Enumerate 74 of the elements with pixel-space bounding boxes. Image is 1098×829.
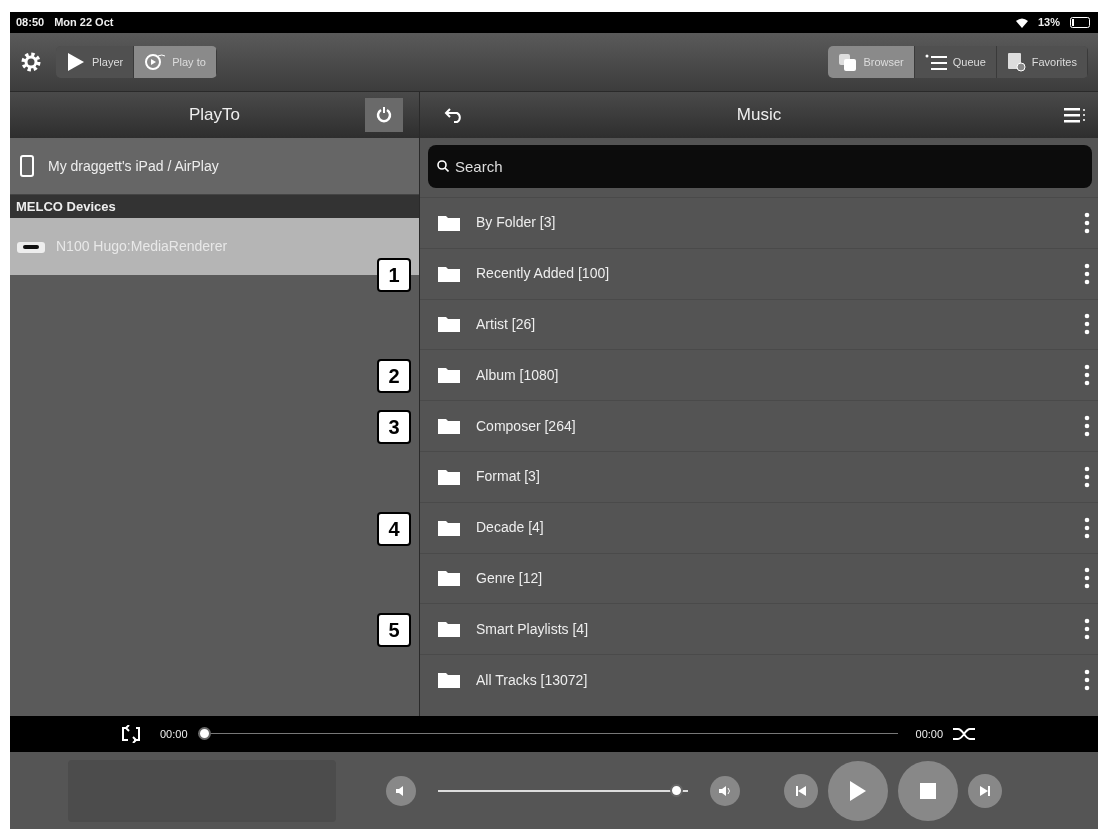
view-tab[interactable]: Queue: [914, 46, 997, 78]
previous-icon: [794, 783, 808, 798]
more-icon[interactable]: [1084, 465, 1090, 488]
volume-button[interactable]: [710, 775, 740, 806]
volume-icon: [718, 783, 732, 798]
list-icon: [924, 52, 947, 72]
play-icon: [66, 51, 86, 73]
more-icon[interactable]: [1084, 669, 1090, 692]
seek-bar[interactable]: [197, 727, 898, 741]
folder-icon: [438, 672, 460, 689]
folder-icon: [438, 265, 460, 282]
menu-icon[interactable]: [1064, 107, 1086, 123]
shuffle-icon[interactable]: [953, 726, 978, 742]
tablet-icon: [20, 155, 34, 177]
more-icon[interactable]: [1084, 415, 1090, 438]
more-icon[interactable]: [1084, 618, 1090, 641]
callout-label: 1: [377, 257, 411, 292]
view-tab[interactable]: Favorites: [996, 46, 1088, 78]
callout-label: 5: [377, 613, 411, 648]
wifi-icon: [1015, 17, 1028, 28]
next-button[interactable]: [968, 773, 1002, 808]
device-row[interactable]: My draggett's iPad / AirPlay: [10, 138, 419, 195]
folder-icon: [438, 468, 460, 485]
folder-icon: [438, 570, 460, 587]
volume-slider[interactable]: [438, 783, 688, 798]
slider-thumb[interactable]: [197, 727, 211, 740]
stop-icon: [918, 780, 938, 801]
list-item[interactable]: All Tracks [13072]: [476, 669, 1068, 691]
list-item[interactable]: Format [3]: [476, 466, 1068, 488]
list-item[interactable]: By Folder [3]: [476, 212, 1068, 234]
section-header: MELCO Devices: [10, 195, 419, 218]
more-icon[interactable]: [1084, 364, 1090, 387]
list-item[interactable]: Artist [26]: [476, 314, 1068, 335]
more-icon[interactable]: [1084, 313, 1090, 336]
list-item[interactable]: Smart Playlists [4]: [476, 618, 1068, 640]
repeat-icon[interactable]: [120, 725, 142, 743]
panel-title: PlayTo: [189, 104, 240, 127]
folder-icon: [438, 418, 460, 435]
search-field[interactable]: Search: [428, 145, 1092, 188]
list-item[interactable]: Album [1080]: [476, 364, 1068, 386]
cast-icon: [144, 52, 167, 72]
panel-title: Music: [736, 104, 782, 127]
list-item[interactable]: Genre [12]: [476, 567, 1068, 589]
battery-icon: [1070, 17, 1092, 28]
more-icon[interactable]: [1084, 262, 1090, 285]
mute-button[interactable]: [386, 775, 416, 806]
mode-tab[interactable]: Player: [56, 46, 135, 78]
callout-label: 3: [377, 410, 411, 445]
refresh-button[interactable]: [365, 98, 403, 132]
back-icon[interactable]: [444, 107, 464, 123]
settings-icon[interactable]: [20, 51, 42, 73]
more-icon[interactable]: [1084, 211, 1090, 234]
list-item[interactable]: Decade [4]: [476, 517, 1068, 539]
document-icon: [1006, 52, 1026, 72]
folder-icon: [438, 519, 460, 536]
previous-button[interactable]: [784, 773, 818, 808]
slider-thumb[interactable]: [670, 783, 684, 797]
elapsed-time: 00:00: [160, 726, 188, 742]
list-item[interactable]: Recently Added [100]: [476, 263, 1068, 285]
folder-icon: [438, 621, 460, 638]
more-icon[interactable]: [1084, 567, 1090, 590]
next-icon: [978, 783, 992, 798]
date-text: Mon 22 Oct: [54, 15, 114, 31]
folder-icon: [438, 214, 460, 231]
folder-icon: [438, 316, 460, 333]
total-time: 00:00: [915, 726, 944, 742]
more-icon[interactable]: [1084, 516, 1090, 539]
callout-label: 4: [377, 511, 411, 546]
clock-text: 08:50: [16, 15, 45, 31]
list-item[interactable]: Composer [264]: [476, 415, 1068, 437]
battery-text: 13%: [1037, 15, 1060, 31]
windows-icon: [838, 52, 858, 72]
callout-label: 2: [377, 359, 411, 394]
folder-icon: [438, 367, 460, 384]
